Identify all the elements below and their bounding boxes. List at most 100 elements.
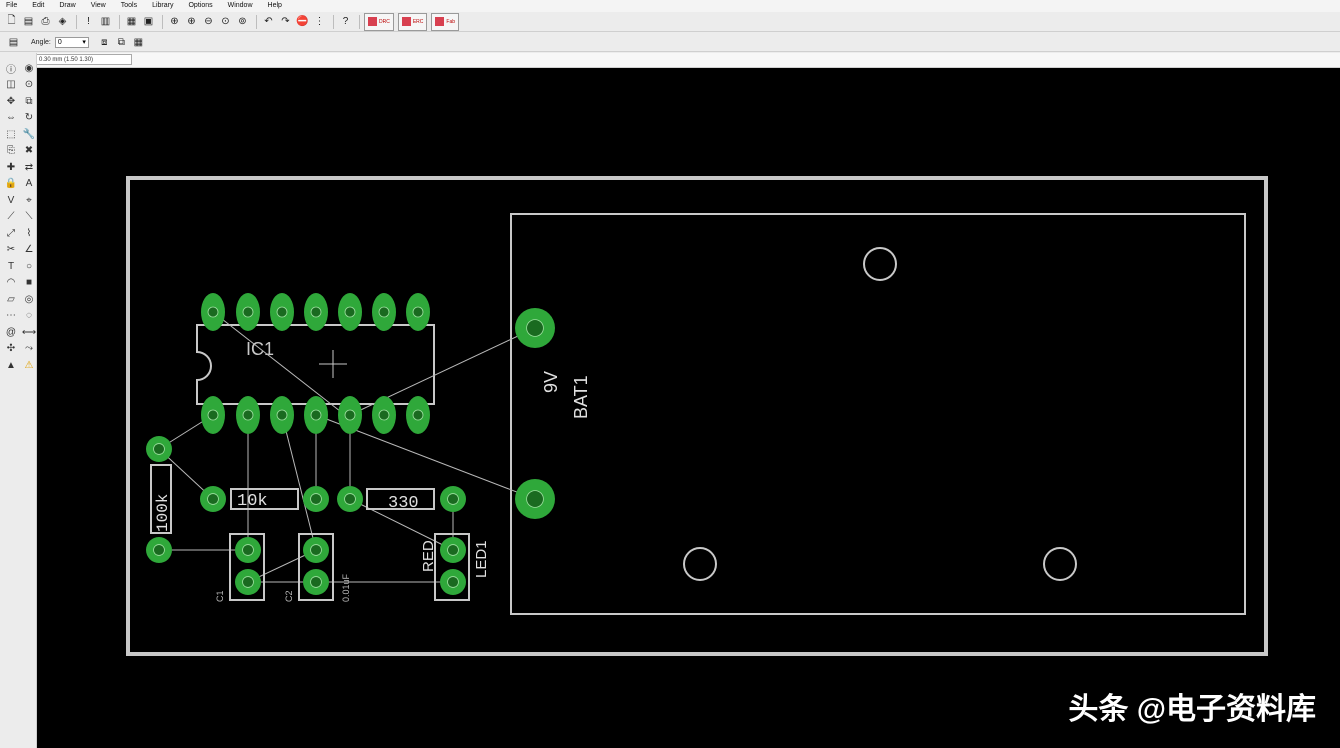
menu-view[interactable]: View — [85, 0, 115, 12]
ratsnest-icon[interactable]: ✣ — [3, 342, 19, 357]
name-icon[interactable]: A — [21, 177, 37, 192]
new-file-icon[interactable]: 🗋 — [4, 14, 19, 29]
led1-value: RED — [420, 540, 437, 572]
mark-icon[interactable]: ⊙ — [21, 78, 37, 93]
info-icon[interactable]: ⓘ — [3, 61, 19, 76]
mounting-hole — [683, 547, 717, 581]
show-icon[interactable]: ◉ — [21, 61, 37, 76]
ripup-icon[interactable]: ✂ — [3, 243, 19, 258]
mirror-toggle-icon[interactable]: ⧈ — [97, 35, 112, 50]
menu-draw[interactable]: Draw — [53, 0, 84, 12]
r2-pad — [146, 537, 172, 563]
ic1-pad — [338, 293, 362, 331]
ulp-icon[interactable]: ▥ — [98, 14, 113, 29]
zoom-select-icon[interactable]: ⊙ — [218, 14, 233, 29]
print-icon[interactable]: ⎙ — [38, 14, 53, 29]
menu-tools[interactable]: Tools — [115, 0, 146, 12]
menu-file[interactable]: File — [0, 0, 26, 12]
menu-library[interactable]: Library — [146, 0, 182, 12]
optimize-icon[interactable]: ⤢ — [3, 226, 19, 241]
copy-icon[interactable]: ⧉ — [21, 94, 37, 109]
led1-name: LED1 — [473, 540, 490, 578]
undo-icon[interactable]: ↶ — [261, 14, 276, 29]
group-icon[interactable]: ⬚ — [3, 127, 19, 142]
cam-icon[interactable]: ◈ — [55, 14, 70, 29]
watermark: 头条 @电子资料库 — [1068, 693, 1316, 726]
value-icon[interactable]: V — [3, 193, 19, 208]
add-icon[interactable]: ✚ — [3, 160, 19, 175]
circle-icon[interactable]: ○ — [21, 259, 37, 274]
board-icon[interactable]: ▦ — [124, 14, 139, 29]
toolbar-divider — [359, 14, 360, 29]
ic1-pad — [236, 396, 260, 434]
save-icon[interactable]: ▤ — [21, 14, 36, 29]
ic1-pad — [406, 396, 430, 434]
signal-icon[interactable]: ⋯ — [3, 309, 19, 324]
dimension-icon[interactable]: ⟷ — [21, 325, 37, 340]
replace-icon[interactable]: ⇄ — [21, 160, 37, 175]
r2-pad — [146, 436, 172, 462]
erc-button[interactable]: ERC — [397, 12, 428, 31]
angle-select[interactable]: 0 ▾ — [54, 36, 89, 48]
polygon-icon[interactable]: ▱ — [3, 292, 19, 307]
zoom-in-icon[interactable]: ⊕ — [184, 14, 199, 29]
rect-icon[interactable]: ■ — [21, 276, 37, 291]
redraw-icon[interactable]: ⊚ — [235, 14, 250, 29]
errors-icon[interactable]: ⚠ — [21, 358, 37, 373]
menu-edit[interactable]: Edit — [26, 0, 53, 12]
mirror-icon[interactable]: ⇔ — [3, 111, 19, 126]
r3-value: 330 — [388, 494, 419, 513]
layer-icon[interactable]: ▤ — [6, 35, 21, 50]
r2-value: 100k — [154, 494, 172, 532]
arc-icon[interactable]: ◠ — [3, 276, 19, 291]
mounting-hole — [863, 247, 897, 281]
coordinate-bar: 0.30 mm (1.50 1.30) — [0, 53, 1340, 68]
redo-icon[interactable]: ↷ — [278, 14, 293, 29]
change-icon[interactable]: 🔧 — [21, 127, 37, 142]
zoom-fit-icon[interactable]: ⊕ — [167, 14, 182, 29]
zoom-out-icon[interactable]: ⊖ — [201, 14, 216, 29]
text-icon[interactable]: T — [3, 259, 19, 274]
ic1-pad — [406, 293, 430, 331]
toolbar-divider — [162, 14, 163, 29]
c1-pad — [235, 569, 261, 595]
miter-icon[interactable]: ⟍ — [21, 210, 37, 225]
hole-icon[interactable]: ◌ — [21, 309, 37, 324]
drc-icon[interactable]: ▲ — [3, 358, 19, 373]
drc-button[interactable]: DRC — [364, 12, 394, 31]
grid-options-icon[interactable]: ▦ — [131, 35, 146, 50]
stop-icon[interactable]: ⛔ — [295, 14, 310, 29]
bat1-value: 9V — [541, 371, 561, 393]
autorouter-icon[interactable]: ⤳ — [21, 342, 37, 357]
split-icon[interactable]: ⟋ — [3, 210, 19, 225]
lock-icon[interactable]: 🔒 — [3, 177, 19, 192]
move-icon[interactable]: ✥ — [3, 94, 19, 109]
go-icon[interactable]: ⋮ — [312, 14, 327, 29]
delete-icon[interactable]: ✖ — [21, 144, 37, 159]
paste-icon[interactable]: ⎘ — [3, 144, 19, 159]
menu-options[interactable]: Options — [182, 0, 221, 12]
coordinate-readout[interactable]: 0.30 mm (1.50 1.30) — [36, 54, 132, 65]
board-canvas[interactable]: IC1 10k 330 100k C1 C2 0.01uF RED LED1 9… — [37, 68, 1340, 748]
via-icon[interactable]: ◎ — [21, 292, 37, 307]
script-icon[interactable]: ! — [81, 14, 96, 29]
ic1-pad — [201, 396, 225, 434]
rotate-icon[interactable]: ↻ — [21, 111, 37, 126]
wire-icon[interactable]: ∠ — [21, 243, 37, 258]
smash-icon[interactable]: ⌖ — [21, 193, 37, 208]
bat1-name: BAT1 — [571, 375, 591, 419]
help-icon[interactable]: ? — [338, 14, 353, 29]
attribute-icon[interactable]: @ — [3, 325, 19, 340]
angle-value: 0 — [57, 38, 62, 46]
ic1-pad — [270, 293, 294, 331]
fab-button[interactable]: Fab — [431, 12, 460, 31]
chevron-down-icon: ▾ — [82, 39, 86, 46]
spin-toggle-icon[interactable]: ⧉ — [114, 35, 129, 50]
bat1-pad — [515, 479, 555, 519]
route-icon[interactable]: ⌇ — [21, 226, 37, 241]
display-icon[interactable]: ◫ — [3, 78, 19, 93]
led1-pad — [440, 569, 466, 595]
menu-window[interactable]: Window — [222, 0, 262, 12]
menu-help[interactable]: Help — [262, 0, 291, 12]
library-icon[interactable]: ▣ — [141, 14, 156, 29]
